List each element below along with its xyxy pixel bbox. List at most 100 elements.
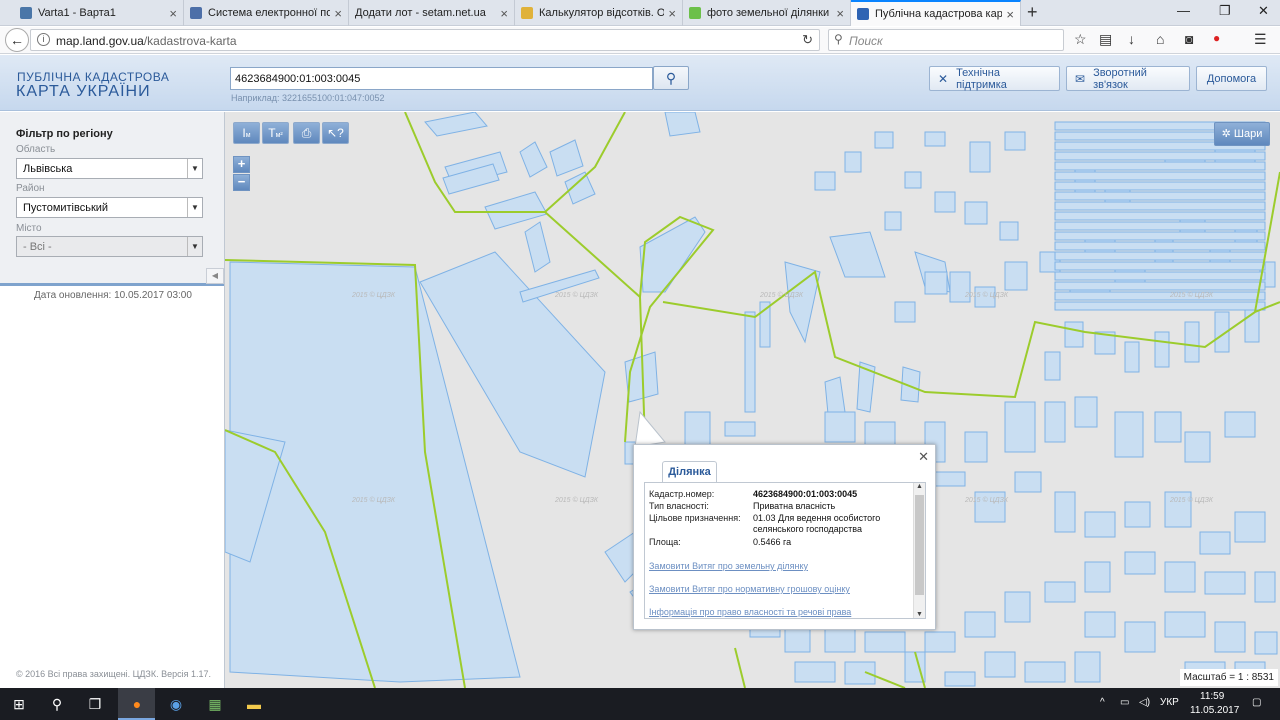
bookmark-star-icon[interactable]: ☆ xyxy=(1074,31,1087,48)
map-watermark: 2015 © ЦДЗК xyxy=(1170,292,1214,299)
minimize-icon[interactable]: — xyxy=(1177,3,1190,18)
notification-icon[interactable]: ▢ xyxy=(1252,697,1261,708)
app-icon[interactable]: ◉ xyxy=(165,694,187,714)
close-tab-icon[interactable]: × xyxy=(500,6,508,21)
browser-tab-bar: Varta1 - Варта1 × Система електронної по… xyxy=(0,0,1280,26)
download-icon[interactable]: ↓ xyxy=(1128,31,1135,47)
help-button[interactable]: Допомога xyxy=(1196,66,1267,91)
close-tab-icon[interactable]: × xyxy=(334,6,342,21)
purpose-label: Цільове призначення: xyxy=(649,513,741,523)
feedback-button[interactable]: ✉ Зворотний зв'язок xyxy=(1066,66,1190,91)
firefox-icon[interactable]: ● xyxy=(126,694,148,714)
parcel-info-popup: ✕ Ділянка Кадастр.номер: 4623684900:01:0… xyxy=(633,444,936,630)
rayon-select[interactable]: Пустомитівський ▼ xyxy=(16,197,203,218)
windows-start-icon[interactable]: ⊞ xyxy=(8,694,30,714)
close-tab-icon[interactable]: × xyxy=(1006,7,1014,22)
reload-icon[interactable]: ↻ xyxy=(802,32,813,48)
chevron-down-icon: ▼ xyxy=(187,198,202,217)
info-icon[interactable]: i xyxy=(37,33,50,46)
ownership-value: Приватна власність xyxy=(753,501,836,511)
site-logo-line2: КАРТА УКРАЇНИ xyxy=(16,83,151,100)
oblast-select[interactable]: Львівська ▼ xyxy=(16,158,203,179)
search-example: Наприклад: 3221655100:01:047:0052 xyxy=(231,93,385,103)
cadastral-search-input[interactable]: 4623684900:01:003:0045 xyxy=(230,67,653,90)
browser-tab[interactable]: Додати лот - setam.net.ua × xyxy=(349,0,515,26)
search-icon: ⚲ xyxy=(834,32,843,46)
close-window-icon[interactable]: ✕ xyxy=(1258,3,1269,19)
collapse-panel-icon[interactable]: ◀ xyxy=(206,268,224,284)
clock-time[interactable]: 11:59 xyxy=(1200,691,1224,702)
network-icon[interactable]: ▭ xyxy=(1120,697,1129,708)
zoom-out-button[interactable]: − xyxy=(233,174,250,191)
popup-scrollbar[interactable]: ▲ ▼ xyxy=(913,483,925,618)
search-button[interactable]: ⚲ xyxy=(653,66,689,90)
reading-list-icon[interactable]: ▤ xyxy=(1099,31,1112,48)
map-watermark: 2015 © ЦДЗК xyxy=(555,292,599,299)
browser-tab[interactable]: Varta1 - Варта1 × xyxy=(14,0,184,26)
new-tab-icon[interactable]: + xyxy=(1027,2,1038,23)
scroll-thumb[interactable] xyxy=(915,495,924,595)
tools-icon: ✕ xyxy=(938,71,949,86)
update-date: Дата оновлення: 10.05.2017 03:00 xyxy=(34,290,192,301)
print-icon[interactable]: ⎙ xyxy=(293,122,320,144)
browser-search-box[interactable]: ⚲ Поиск xyxy=(828,29,1064,51)
filter-panel: Фільтр по регіону Область Львівська ▼ Ра… xyxy=(0,112,225,688)
browser-tab-active[interactable]: Публічна кадастрова карта × xyxy=(851,0,1021,26)
envelope-icon: ✉ xyxy=(1075,71,1086,86)
map-watermark: 2015 © ЦДЗК xyxy=(352,497,396,504)
restore-icon[interactable]: ❐ xyxy=(1219,3,1231,19)
map-watermark: 2015 © ЦДЗК xyxy=(1170,497,1214,504)
close-tab-icon[interactable]: × xyxy=(836,6,844,21)
order-extract-link[interactable]: Замовити Витяг про земельну ділянку xyxy=(649,561,808,571)
ownership-label: Тип власності: xyxy=(649,501,709,511)
chevron-up-icon[interactable]: ^ xyxy=(1100,697,1105,708)
copyright: © 2016 Всі права захищені. ЦДЗК. Версія … xyxy=(16,669,212,679)
url-text[interactable]: map.land.gov.ua/kadastrova-karta xyxy=(56,34,237,48)
layers-button[interactable]: ✲ Шари xyxy=(1214,122,1270,146)
tab-parcel[interactable]: Ділянка xyxy=(662,461,717,483)
city-select[interactable]: - Всі - ▼ xyxy=(16,236,203,257)
parcel-info-body: Кадастр.номер: 4623684900:01:003:0045 Ти… xyxy=(644,482,926,619)
scroll-down-icon[interactable]: ▼ xyxy=(916,611,923,618)
area-label: Площа: xyxy=(649,537,681,547)
task-view-icon[interactable]: ❐ xyxy=(84,694,106,714)
close-icon[interactable]: ✕ xyxy=(918,449,929,465)
map-watermark: 2015 © ЦДЗК xyxy=(965,497,1009,504)
purpose-value: 01.03 Для ведення особистого селянського… xyxy=(753,513,881,534)
order-valuation-link[interactable]: Замовити Витяг про нормативну грошову оц… xyxy=(649,584,850,594)
city-label: Місто xyxy=(16,223,42,234)
vk-icon xyxy=(20,7,32,19)
back-icon[interactable]: ← xyxy=(5,28,29,52)
search-icon[interactable]: ⚲ xyxy=(46,694,68,714)
language-indicator[interactable]: УКР xyxy=(1160,697,1179,708)
measure-area-tool[interactable]: Tм² xyxy=(262,122,289,144)
clock-date[interactable]: 11.05.2017 xyxy=(1190,705,1239,716)
windows-taskbar: ⊞ ⚲ ❐ ● ◉ ▦ ▬ ^ ▭ ◁) УКР 11:59 11.05.201… xyxy=(0,688,1280,720)
map-watermark: 2015 © ЦДЗК xyxy=(760,292,804,299)
browser-toolbar: ← i map.land.gov.ua/kadastrova-karta ↻ ⚲… xyxy=(0,27,1280,54)
menu-icon[interactable]: ☰ xyxy=(1254,31,1267,48)
browser-tab[interactable]: Калькулятор відсотків. Онл × xyxy=(515,0,683,26)
identify-icon[interactable]: ↖? xyxy=(322,122,349,144)
browser-tab[interactable]: фото земельної ділянки бо × xyxy=(683,0,851,26)
volume-icon[interactable]: ◁) xyxy=(1139,697,1150,708)
url-bar[interactable]: i map.land.gov.ua/kadastrova-karta ↻ xyxy=(30,29,820,51)
map-watermark: 2015 © ЦДЗК xyxy=(352,292,396,299)
zoom-in-button[interactable]: + xyxy=(233,156,250,173)
adblock-icon[interactable]: ● xyxy=(1213,31,1220,45)
close-tab-icon[interactable]: × xyxy=(668,6,676,21)
ownership-info-link[interactable]: Інформація про право власності та речові… xyxy=(649,607,851,617)
tech-support-button[interactable]: ✕ Технічна підтримка xyxy=(929,66,1060,91)
pocket-icon[interactable]: ◙ xyxy=(1185,31,1193,47)
folder-icon[interactable]: ▬ xyxy=(243,694,265,714)
area-value: 0.5466 га xyxy=(753,537,792,547)
image-icon xyxy=(689,7,701,19)
home-icon[interactable]: ⌂ xyxy=(1156,31,1164,47)
scroll-up-icon[interactable]: ▲ xyxy=(916,483,923,490)
cadastral-number-value: 4623684900:01:003:0045 xyxy=(753,489,858,499)
filter-title: Фільтр по регіону xyxy=(16,128,113,140)
close-tab-icon[interactable]: × xyxy=(169,6,177,21)
measure-length-tool[interactable]: Iм xyxy=(233,122,260,144)
spreadsheet-icon[interactable]: ▦ xyxy=(204,694,226,714)
browser-tab[interactable]: Система електронної пошт × xyxy=(184,0,349,26)
